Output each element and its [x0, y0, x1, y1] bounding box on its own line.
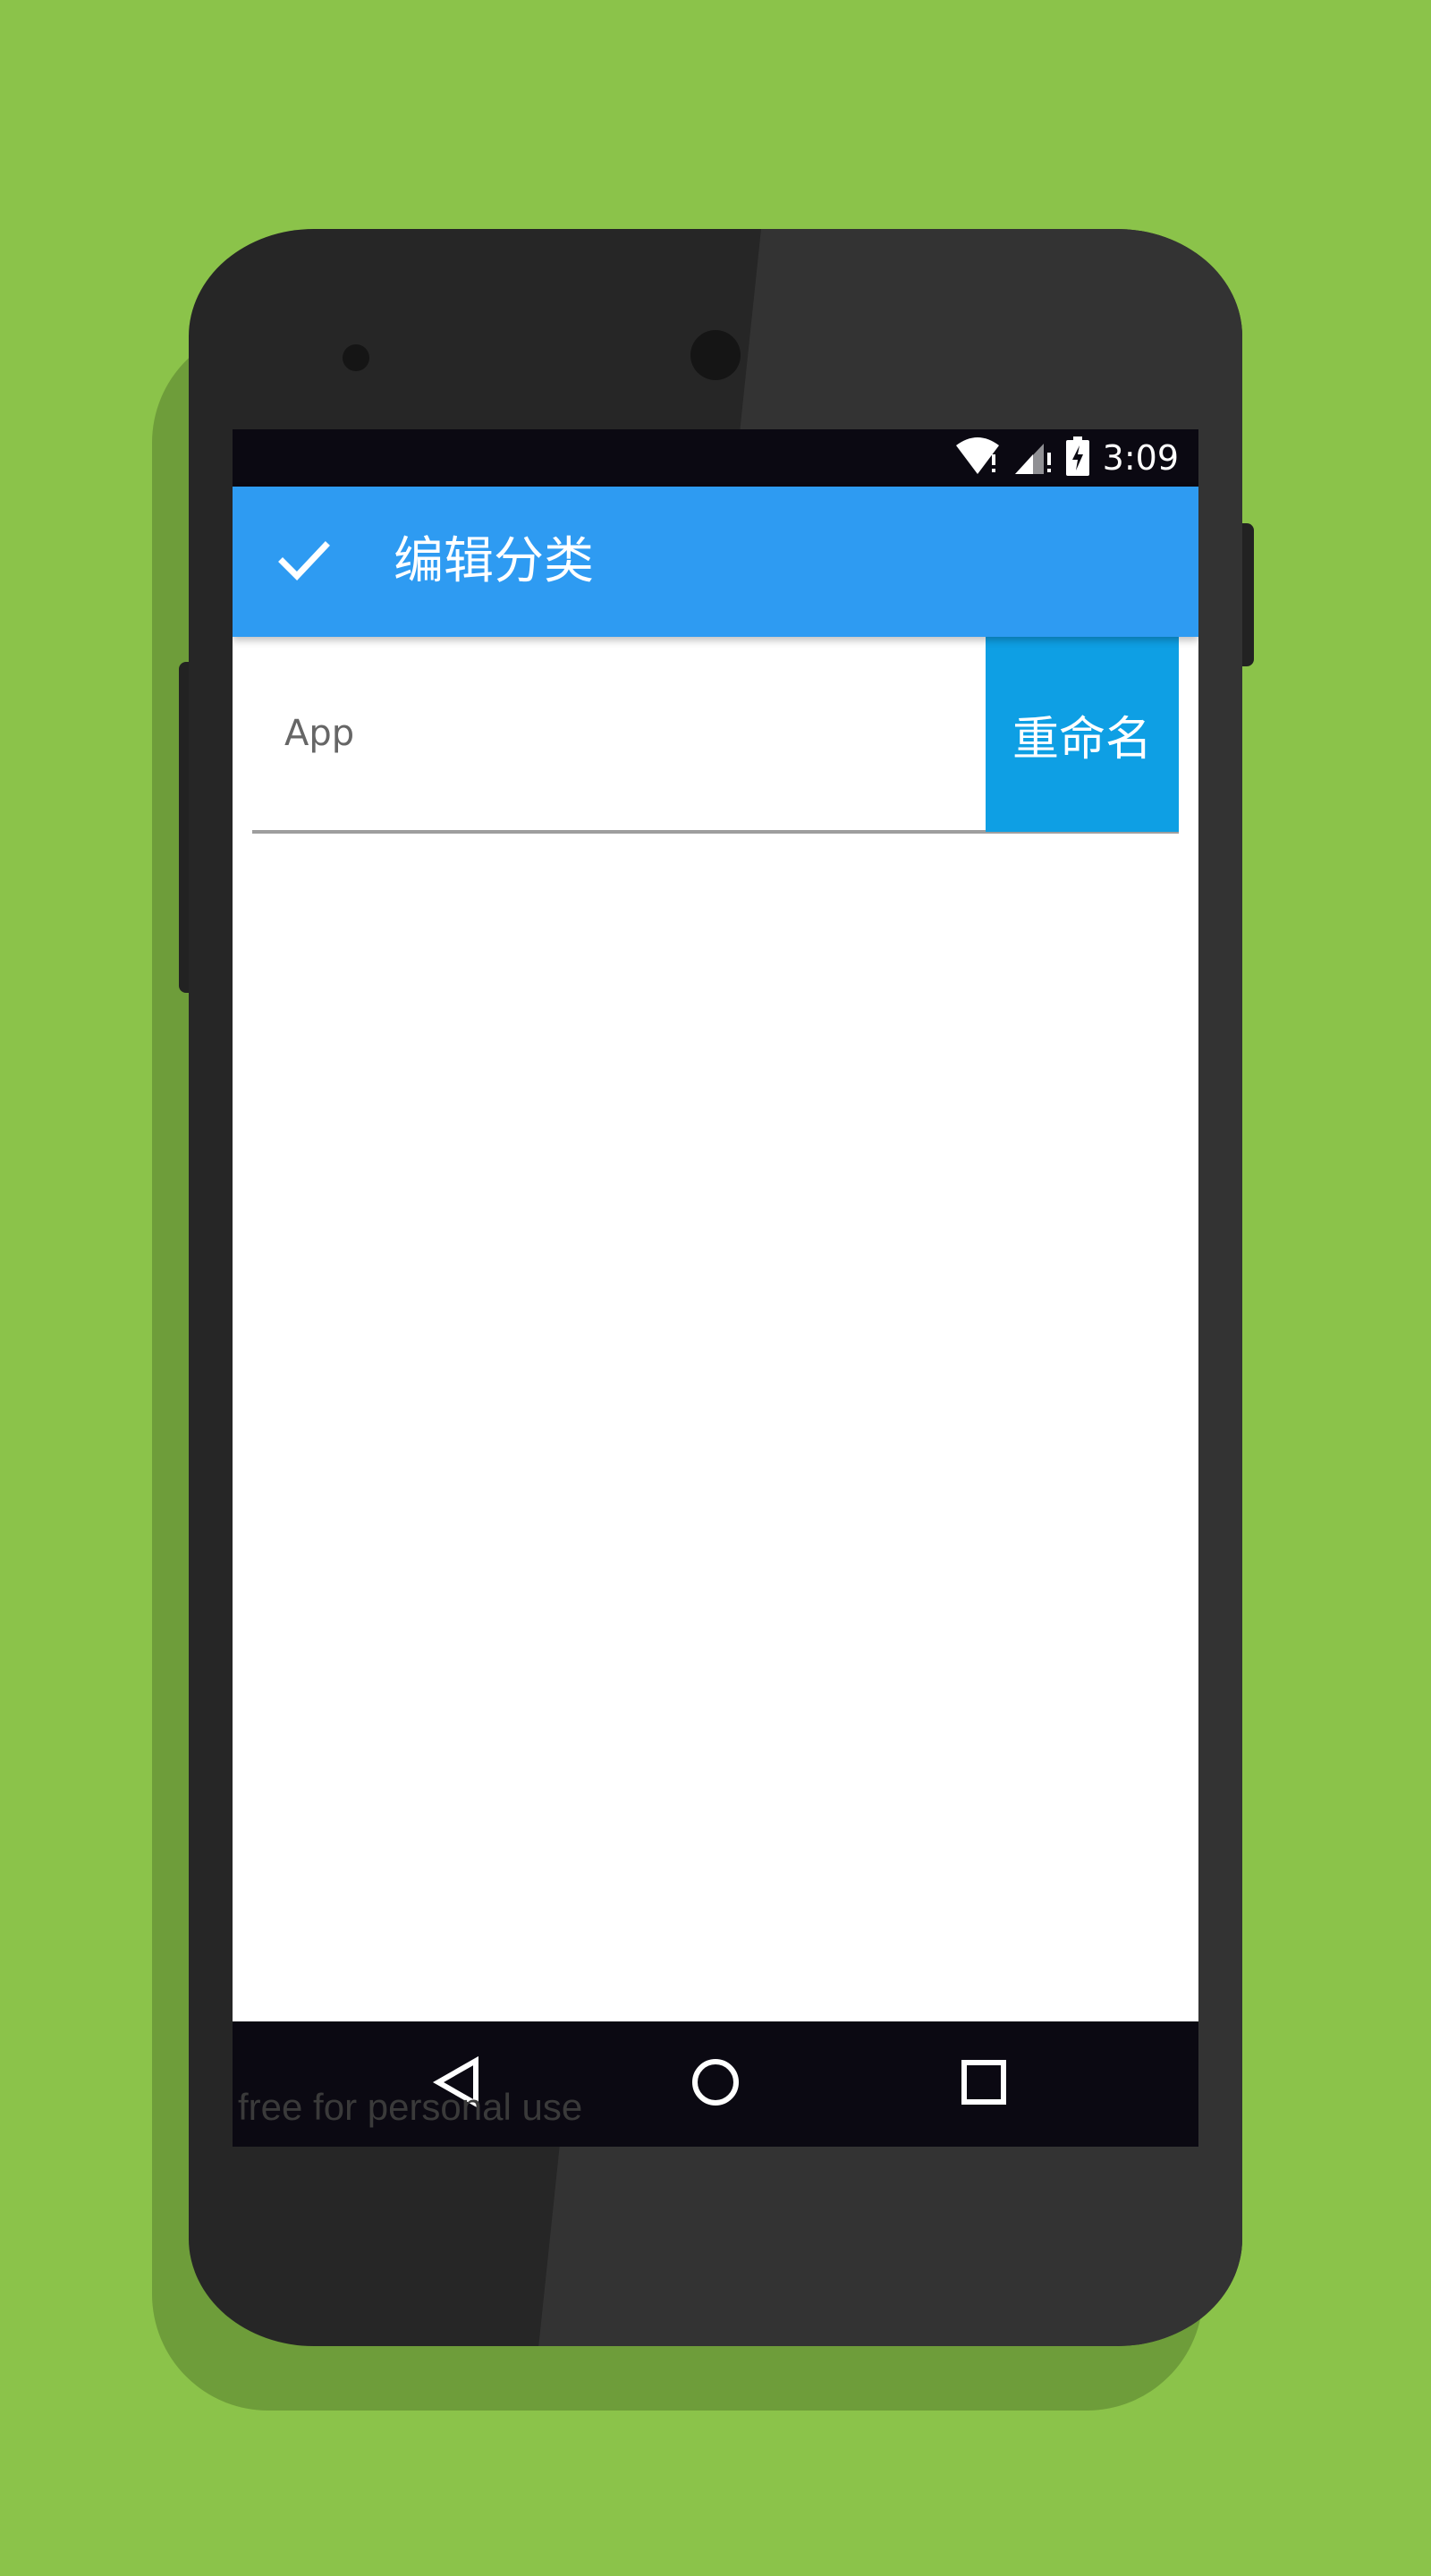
home-icon [690, 2057, 741, 2111]
recents-icon [961, 2059, 1007, 2109]
input-underline [252, 832, 1179, 834]
page-title: 编辑分类 [394, 532, 594, 590]
sensor-dot [343, 344, 369, 371]
battery-charging-icon [1065, 436, 1090, 479]
status-bar: 3:09 [233, 429, 1198, 487]
check-icon [277, 538, 331, 585]
rename-row: 重命名 [252, 637, 1179, 834]
status-icons: 3:09 [954, 429, 1179, 487]
signal-icon [1013, 436, 1053, 479]
wifi-icon [954, 436, 1001, 479]
rename-button[interactable]: 重命名 [986, 637, 1179, 832]
status-time: 3:09 [1102, 438, 1179, 478]
recents-button[interactable] [948, 2048, 1020, 2120]
screen: 3:09 编辑分类 重命名 [233, 429, 1198, 2147]
front-camera [690, 330, 741, 380]
confirm-button[interactable] [268, 526, 340, 597]
home-button[interactable] [680, 2048, 751, 2120]
category-name-input[interactable] [252, 637, 1003, 832]
watermark-text: free for personal use [238, 2086, 583, 2128]
app-bar: 编辑分类 [233, 487, 1198, 637]
